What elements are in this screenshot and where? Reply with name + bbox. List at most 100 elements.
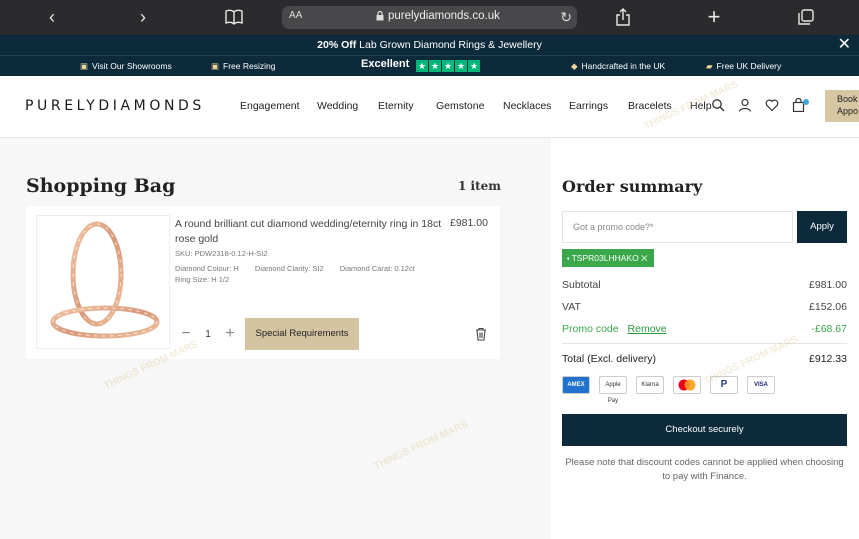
product-image[interactable]: [36, 215, 170, 349]
browser-toolbar: ‹ › AA purelydiamonds.co.uk ↻ +: [0, 0, 859, 35]
total-label: Total (Excl. delivery): [562, 353, 656, 365]
promo-row: Promo code Remove -£68.67: [562, 323, 847, 335]
nav-link-engagement[interactable]: Engagement: [240, 100, 300, 112]
diamond-carat: Diamond Carat: 0.12ct: [339, 264, 415, 273]
bag-icon[interactable]: [792, 98, 810, 112]
site-logo[interactable]: PURELYDIAMONDS: [25, 98, 205, 114]
new-tab-icon[interactable]: +: [702, 6, 726, 28]
resizing-label: Free Resizing: [223, 61, 276, 71]
delivery-label: Free UK Delivery: [716, 61, 782, 71]
apple-pay-icon: Apple Pay: [599, 376, 627, 404]
apply-button[interactable]: Apply: [797, 211, 847, 243]
book-appointment-button[interactable]: Book Appo: [825, 90, 859, 122]
main-nav: PURELYDIAMONDS Engagement Wedding Eterni…: [0, 76, 859, 138]
nav-link-help[interactable]: Help: [690, 100, 712, 112]
amex-icon: AMEX: [562, 376, 590, 394]
delivery-info[interactable]: ▰ Free UK Delivery: [706, 61, 781, 72]
store-icon: ▣: [80, 61, 89, 71]
total-value: £912.33: [809, 353, 847, 365]
back-icon[interactable]: ‹: [40, 6, 64, 28]
increase-quantity-button[interactable]: +: [221, 325, 239, 343]
vat-label: VAT: [562, 301, 581, 313]
nav-link-bracelets[interactable]: Bracelets: [628, 100, 672, 112]
payment-methods: AMEX Apple Pay Klarna P VISA: [562, 376, 775, 404]
ring-icon: ▣: [211, 61, 220, 71]
promo-text: Lab Grown Diamond Rings & Jewellery: [356, 39, 542, 51]
wishlist-heart-icon[interactable]: [765, 98, 779, 112]
close-icon[interactable]: ✕: [838, 35, 851, 55]
nav-link-gemstone[interactable]: Gemstone: [436, 100, 484, 112]
total-row: Total (Excl. delivery) £912.33: [562, 353, 847, 365]
promo-value: -£68.67: [811, 323, 847, 335]
quantity-value[interactable]: 1: [205, 329, 211, 340]
page-title: Shopping Bag: [26, 175, 176, 197]
share-icon[interactable]: [611, 6, 635, 28]
product-name[interactable]: A round brilliant cut diamond wedding/et…: [175, 217, 447, 247]
tabs-icon[interactable]: [794, 6, 818, 28]
tag-icon: ⬪: [567, 253, 570, 263]
trustpilot-stars[interactable]: ★ ★ ★ ★ ★: [416, 60, 480, 72]
visa-icon: VISA: [747, 376, 775, 394]
star-icon: ★: [468, 60, 480, 72]
lock-icon: [376, 11, 384, 21]
nav-link-wedding[interactable]: Wedding: [317, 100, 358, 112]
text-size-button[interactable]: AA: [289, 10, 302, 21]
summary-divider: [562, 343, 847, 344]
promo-banner[interactable]: 20% Off Lab Grown Diamond Rings & Jewell…: [0, 35, 859, 55]
trustpilot-rating: Excellent: [361, 58, 410, 70]
subtotal-value: £981.00: [809, 279, 847, 291]
forward-icon[interactable]: ›: [131, 6, 155, 28]
subtotal-label: Subtotal: [562, 279, 601, 291]
ring-size: Ring Size: H 1/2: [175, 275, 230, 284]
vat-value: £152.06: [809, 301, 847, 313]
bookmarks-icon[interactable]: [222, 6, 246, 28]
star-icon: ★: [455, 60, 467, 72]
showrooms-label: Visit Our Showrooms: [92, 61, 172, 71]
handcrafted-info[interactable]: ◆ Handcrafted in the UK: [571, 61, 665, 72]
promo-highlight: 20% Off: [317, 39, 357, 51]
quantity-stepper: − 1 +: [175, 319, 241, 349]
applied-promo-code: TSPR03LHHAKO: [571, 253, 639, 263]
info-bar: ▣ Visit Our Showrooms ▣ Free Resizing Exce…: [0, 55, 859, 76]
vat-row: VAT £152.06: [562, 301, 847, 313]
diamond-icon: ◆: [571, 61, 578, 71]
reload-icon[interactable]: ↻: [560, 9, 572, 26]
url-text: purelydiamonds.co.uk: [388, 10, 500, 22]
item-count: 1 item: [458, 179, 501, 193]
remove-promo-icon[interactable]: ✕: [641, 253, 647, 263]
promo-code-input[interactable]: Got a promo code?*: [562, 211, 793, 243]
remove-promo-link[interactable]: Remove: [628, 323, 667, 335]
resizing-info[interactable]: ▣ Free Resizing: [211, 61, 275, 72]
showrooms-link[interactable]: ▣ Visit Our Showrooms: [80, 61, 172, 72]
star-icon: ★: [429, 60, 441, 72]
diamond-clarity: Diamond Clarity: SI2: [254, 264, 324, 273]
checkout-button[interactable]: Checkout securely: [562, 414, 847, 446]
paypal-icon: P: [710, 376, 738, 394]
mastercard-icon: [673, 376, 701, 394]
product-sku: SKU: PDW2318-0.12-H-SI2: [175, 249, 268, 258]
product-price: £981.00: [450, 217, 488, 229]
product-attributes: Diamond Colour: H Diamond Clarity: SI2 D…: [175, 264, 429, 273]
promo-label: Promo code: [562, 323, 619, 335]
diamond-colour: Diamond Colour: H: [175, 264, 239, 273]
order-summary-title: Order summary: [562, 177, 703, 196]
finance-note: Please note that discount codes cannot b…: [565, 457, 844, 482]
handcrafted-label: Handcrafted in the UK: [581, 61, 666, 71]
klarna-icon: Klarna: [636, 376, 664, 394]
applied-promo-chip[interactable]: ⬪ TSPR03LHHAKO ✕: [562, 249, 654, 267]
book-label-line2: Appo: [837, 106, 859, 116]
star-icon: ★: [416, 60, 428, 72]
van-icon: ▰: [706, 61, 713, 71]
special-requirements-button[interactable]: Special Requirements: [245, 318, 359, 350]
star-icon: ★: [442, 60, 454, 72]
decrease-quantity-button[interactable]: −: [177, 325, 195, 343]
nav-link-earrings[interactable]: Earrings: [569, 100, 608, 112]
trash-icon[interactable]: [475, 327, 487, 341]
address-bar[interactable]: AA purelydiamonds.co.uk ↻: [282, 6, 577, 29]
nav-link-necklaces[interactable]: Necklaces: [503, 100, 551, 112]
search-icon[interactable]: [711, 98, 725, 112]
account-icon[interactable]: [738, 98, 752, 112]
book-label-line1: Book: [837, 94, 858, 104]
bag-item-card: A round brilliant cut diamond wedding/et…: [26, 206, 500, 359]
nav-link-eternity[interactable]: Eternity: [378, 100, 414, 112]
